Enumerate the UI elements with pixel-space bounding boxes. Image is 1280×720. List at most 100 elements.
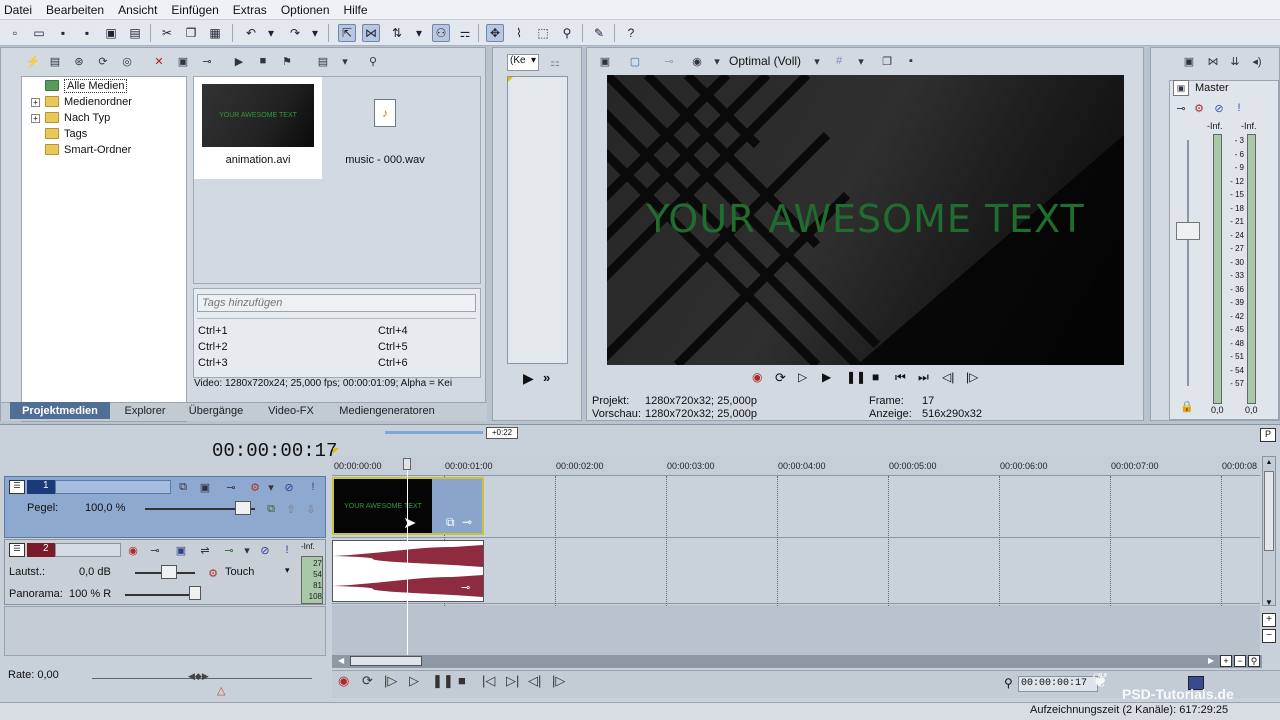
volume-icon[interactable]: ◂) [1249, 53, 1265, 69]
new-file-icon[interactable]: ▫ [6, 24, 24, 42]
downmix-icon[interactable]: ⋈ [1205, 53, 1221, 69]
event-fx-icon[interactable]: ⊸ [462, 515, 472, 529]
audio-fx-chain-icon[interactable]: ⊸ [221, 542, 237, 558]
scroll-right-icon[interactable]: ▶ [1208, 656, 1214, 665]
quality-dropdown-icon[interactable]: ▾ [709, 53, 725, 69]
tree-item-alle-medien[interactable]: Alle Medien [45, 78, 128, 93]
vertical-scrollbar[interactable]: ▲ [1262, 456, 1276, 606]
track-header-video[interactable]: ☰ 1 ⧉ ▣ ⊸ ⚙ ▾ ⊘ ! Pegel: 100,0 % ⧉ ⇧ ⇩ [4, 476, 326, 538]
snap-icon[interactable]: ⇱ [338, 24, 356, 42]
arm-record-icon[interactable]: ◉ [125, 542, 141, 558]
go-to-start-icon[interactable]: ⏮ [895, 370, 906, 385]
stop-icon[interactable]: ■ [458, 673, 466, 688]
lock-icon[interactable]: 🔒 [1179, 398, 1195, 414]
save-as-icon[interactable]: ▪ [78, 24, 96, 42]
master-fx-gear-icon[interactable]: ⚙ [1191, 100, 1207, 116]
mute-icon[interactable]: ⊘ [281, 479, 297, 495]
tab-projektmedien[interactable]: Projektmedien [10, 402, 110, 419]
tree-item-medienordner[interactable]: Medienordner [45, 94, 132, 109]
tab-video-fx[interactable]: Video-FX [256, 402, 326, 419]
undo-icon[interactable]: ↶ [242, 24, 260, 42]
track-header-audio[interactable]: ☰ 2 ◉ ⊸ ▣ ⇌ ⊸ ▾ ⊘ ! -Inf. Lautst.: 0,0 d… [4, 539, 326, 605]
tree-item-smart-ordner[interactable]: Smart-Ordner [45, 142, 131, 157]
whats-this-icon[interactable]: ? [622, 24, 640, 42]
loop-region[interactable] [385, 431, 483, 434]
pan-crop-icon[interactable]: ⧉ [446, 515, 455, 530]
next-frame-icon[interactable]: |▷ [552, 673, 565, 689]
play-icon[interactable]: ▷ [409, 673, 419, 689]
pause-icon[interactable]: ❚❚ [432, 673, 454, 689]
normal-edit-tool-icon[interactable]: ✥ [486, 24, 504, 42]
go-to-end-icon[interactable]: ⏭ [918, 370, 929, 385]
horizontal-scroll-thumb[interactable] [350, 656, 422, 666]
stop-preview-icon[interactable]: ■ [255, 53, 271, 69]
track-fx-dropdown-icon[interactable]: ▾ [263, 479, 279, 495]
track-zoom-out-icon[interactable]: − [1262, 629, 1276, 643]
search-icon[interactable]: ⚲ [365, 53, 381, 69]
menu-ansicht[interactable]: Ansicht [118, 3, 157, 17]
menu-bearbeiten[interactable]: Bearbeiten [46, 3, 104, 17]
track-name-field[interactable] [55, 480, 171, 494]
save-icon[interactable]: ▪ [54, 24, 72, 42]
scroll-left-icon[interactable]: ◀ [338, 656, 344, 665]
play-preview-icon[interactable]: ▶ [231, 53, 247, 69]
automation-icon[interactable]: ⇌ [197, 542, 213, 558]
panorama-slider[interactable] [189, 586, 201, 600]
menu-hilfe[interactable]: Hilfe [344, 3, 368, 17]
ripple-dropdown-icon[interactable]: ▾ [410, 24, 428, 42]
import-icon[interactable]: ⚡ [25, 53, 41, 69]
dim-output-icon[interactable]: ⇊ [1227, 53, 1243, 69]
compositing-child-icon[interactable]: ⇩ [303, 501, 319, 517]
track-zoom-in-icon[interactable]: + [1262, 613, 1276, 627]
menu-einfuegen[interactable]: Einfügen [171, 3, 218, 17]
external-monitor-icon[interactable]: ▢ [627, 53, 643, 69]
automation-mode[interactable]: Touch [225, 566, 254, 578]
pause-icon[interactable]: ❚❚ [846, 370, 866, 384]
cursor-timecode[interactable]: 00:00:00:17 [1018, 676, 1098, 692]
lock-envelopes-icon[interactable]: ⚇ [432, 24, 450, 42]
next-frame-icon[interactable]: |▷ [966, 370, 978, 384]
preview-properties-icon[interactable]: ▣ [597, 53, 613, 69]
expand-icon[interactable]: + [31, 114, 40, 123]
pegel-slider[interactable] [235, 501, 251, 515]
preview-quality[interactable]: Optimal (Voll) [729, 54, 801, 68]
automation-dropdown-icon[interactable]: ▾ [285, 565, 290, 576]
menu-optionen[interactable]: Optionen [281, 3, 330, 17]
track-name-field[interactable] [55, 543, 121, 557]
record-icon[interactable]: ◉ [338, 673, 349, 689]
cut-icon[interactable]: ✂ [158, 24, 176, 42]
copy-snapshot-icon[interactable]: ❐ [879, 53, 895, 69]
selection-tool-icon[interactable]: ⬚ [534, 24, 552, 42]
track-motion-icon[interactable]: ⧉ [175, 479, 191, 495]
undo-dropdown-icon[interactable]: ▾ [262, 24, 280, 42]
render-icon[interactable]: ▣ [102, 24, 120, 42]
play-from-start-icon[interactable]: ▷ [798, 370, 807, 384]
overlays-dropdown-icon[interactable]: ▾ [853, 53, 869, 69]
loop-playback-icon[interactable]: ⟳ [362, 673, 373, 689]
quality-menu-icon[interactable]: ▾ [809, 53, 825, 69]
menu-extras[interactable]: Extras [233, 3, 267, 17]
save-snapshot-icon[interactable]: ▪ [903, 53, 919, 69]
tab-mediengeneratoren[interactable]: Mediengeneratoren [330, 402, 444, 419]
make-compositing-child-icon[interactable]: ⧉ [263, 501, 279, 517]
mixer-properties-icon[interactable]: ▣ [1181, 53, 1197, 69]
delete-icon[interactable]: ✕ [151, 53, 167, 69]
trimmer-forward-icon[interactable]: » [543, 370, 550, 385]
volume-slider[interactable] [161, 565, 177, 579]
go-to-end-icon[interactable]: ▷| [506, 673, 519, 689]
master-fx-icon[interactable]: ⊸ [1173, 100, 1189, 116]
trimmer-play-icon[interactable]: ▶ [523, 370, 534, 387]
compositing-mode-icon[interactable]: ▣ [197, 479, 213, 495]
audio-fx-icon[interactable]: ⊸ [461, 581, 470, 594]
track-fx-icon[interactable]: ▣ [173, 542, 189, 558]
plugin-icon[interactable]: ⊸ [199, 53, 215, 69]
paste-icon[interactable]: ▦ [206, 24, 224, 42]
shuttle-slider[interactable]: ◀◆▶ [188, 671, 209, 682]
get-media-icon[interactable]: ⊛ [71, 53, 87, 69]
track-invert-phase-icon[interactable]: ⊸ [147, 542, 163, 558]
tree-item-tags[interactable]: Tags [45, 126, 87, 141]
video-fx-icon[interactable]: ◉ [689, 53, 705, 69]
web-icon[interactable]: ◎ [119, 53, 135, 69]
master-solo-icon[interactable]: ! [1231, 100, 1247, 116]
play-from-start-icon[interactable]: |▷ [384, 673, 397, 689]
